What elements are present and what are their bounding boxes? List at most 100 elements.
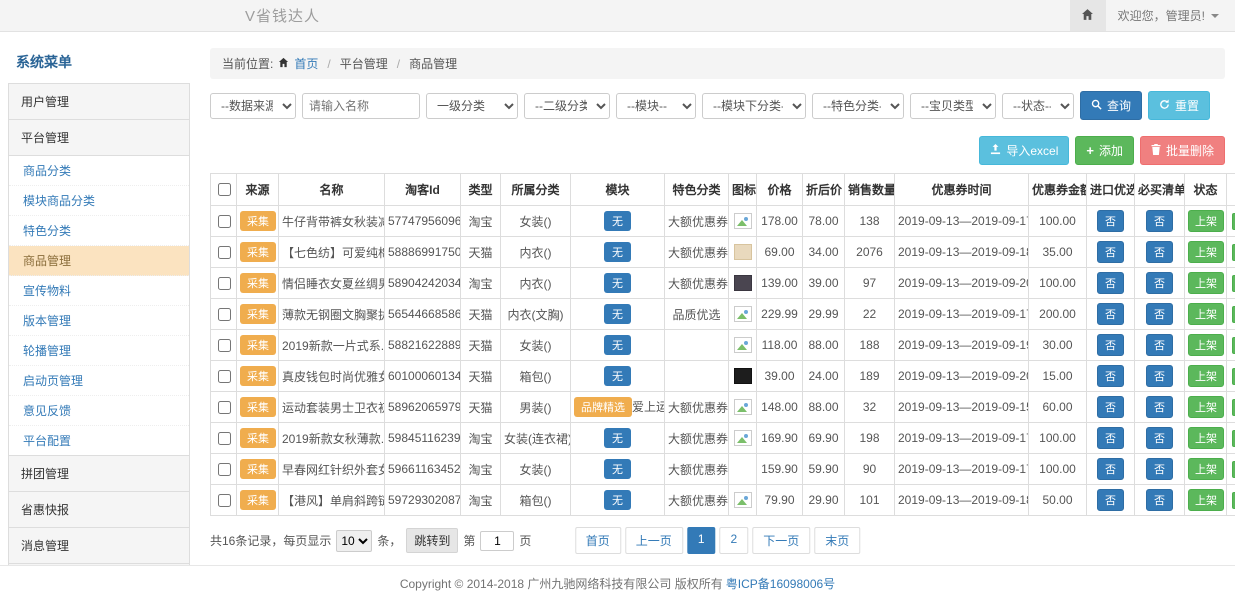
sidebar-group-0[interactable]: 用户管理 bbox=[8, 83, 190, 120]
product-type: 淘宝 bbox=[461, 454, 501, 485]
sidebar-item-1-0[interactable]: 商品分类 bbox=[9, 156, 189, 186]
row-checkbox[interactable] bbox=[218, 246, 231, 259]
import-optimal-button[interactable]: 否 bbox=[1097, 427, 1124, 449]
page-number-input[interactable] bbox=[480, 531, 514, 551]
select-all-checkbox[interactable] bbox=[218, 183, 231, 196]
import-optimal-button[interactable]: 否 bbox=[1097, 334, 1124, 356]
import-optimal-button[interactable]: 否 bbox=[1097, 272, 1124, 294]
row-checkbox[interactable] bbox=[218, 308, 231, 321]
import-optimal-button[interactable]: 否 bbox=[1097, 489, 1124, 511]
sidebar-group-2[interactable]: 拼团管理 bbox=[8, 455, 190, 492]
import-excel-button[interactable]: 导入excel bbox=[979, 136, 1069, 165]
status-button[interactable]: 上架 bbox=[1188, 334, 1224, 356]
import-optimal-button[interactable]: 否 bbox=[1097, 303, 1124, 325]
must-buy-button[interactable]: 否 bbox=[1146, 210, 1173, 232]
user-menu[interactable]: 欢迎您，管理员! bbox=[1106, 7, 1235, 24]
column-header: 名称 bbox=[279, 174, 385, 206]
sidebar-group-5[interactable]: 订单管理 bbox=[8, 563, 190, 565]
row-checkbox[interactable] bbox=[218, 432, 231, 445]
page-button-3[interactable]: 2 bbox=[720, 527, 749, 554]
per-page-select[interactable]: 10 bbox=[336, 530, 372, 552]
import-optimal-button[interactable]: 否 bbox=[1097, 396, 1124, 418]
sales-count: 97 bbox=[845, 268, 895, 299]
sidebar-group-1[interactable]: 平台管理 bbox=[8, 119, 190, 156]
sidebar-item-1-9[interactable]: 平台配置 bbox=[9, 426, 189, 455]
batch-delete-button[interactable]: 批量删除 bbox=[1140, 136, 1225, 165]
must-buy-button[interactable]: 否 bbox=[1146, 489, 1173, 511]
status-button[interactable]: 上架 bbox=[1188, 303, 1224, 325]
status-button[interactable]: 上架 bbox=[1188, 458, 1224, 480]
status-button[interactable]: 上架 bbox=[1188, 365, 1224, 387]
search-icon bbox=[1091, 99, 1102, 113]
page-button-1[interactable]: 上一页 bbox=[625, 527, 683, 554]
row-checkbox[interactable] bbox=[218, 339, 231, 352]
filter-select-7[interactable]: --宝贝类型-- bbox=[910, 93, 996, 119]
import-icon bbox=[990, 144, 1001, 158]
row-checkbox[interactable] bbox=[218, 215, 231, 228]
table-row: 采集真皮钱包时尚优雅女士...601000601341天猫箱包()无39.002… bbox=[211, 361, 1235, 392]
module-badge: 无 bbox=[604, 242, 631, 262]
must-buy-button[interactable]: 否 bbox=[1146, 396, 1173, 418]
sidebar-group-4[interactable]: 消息管理 bbox=[8, 527, 190, 564]
must-buy-button[interactable]: 否 bbox=[1146, 365, 1173, 387]
must-buy-button[interactable]: 否 bbox=[1146, 334, 1173, 356]
filter-select-8[interactable]: --状态-- bbox=[1002, 93, 1074, 119]
import-optimal-button[interactable]: 否 bbox=[1097, 210, 1124, 232]
product-category: 女装() bbox=[501, 206, 571, 237]
must-buy-button[interactable]: 否 bbox=[1146, 272, 1173, 294]
breadcrumb: 当前位置: 首页 / 平台管理 / 商品管理 bbox=[210, 48, 1225, 79]
row-checkbox[interactable] bbox=[218, 277, 231, 290]
import-optimal-button[interactable]: 否 bbox=[1097, 365, 1124, 387]
filter-select-4[interactable]: --模块-- bbox=[616, 93, 696, 119]
reset-button[interactable]: 重置 bbox=[1148, 91, 1210, 120]
add-button[interactable]: + 添加 bbox=[1075, 136, 1134, 165]
sidebar-group-3[interactable]: 省惠快报 bbox=[8, 491, 190, 528]
sidebar-item-1-6[interactable]: 轮播管理 bbox=[9, 336, 189, 366]
sidebar-item-1-8[interactable]: 意见反馈 bbox=[9, 396, 189, 426]
must-buy-button[interactable]: 否 bbox=[1146, 458, 1173, 480]
product-image bbox=[734, 430, 752, 446]
filter-select-6[interactable]: --特色分类-- bbox=[812, 93, 904, 119]
search-button[interactable]: 查询 bbox=[1080, 91, 1142, 120]
row-checkbox[interactable] bbox=[218, 463, 231, 476]
status-button[interactable]: 上架 bbox=[1188, 396, 1224, 418]
product-type: 淘宝 bbox=[461, 485, 501, 516]
filter-select-5[interactable]: --模块下分类-- bbox=[702, 93, 806, 119]
sidebar-item-1-5[interactable]: 版本管理 bbox=[9, 306, 189, 336]
page-button-4[interactable]: 下一页 bbox=[752, 527, 810, 554]
status-button[interactable]: 上架 bbox=[1188, 489, 1224, 511]
discount-price: 59.90 bbox=[803, 454, 845, 485]
sidebar-item-1-7[interactable]: 启动页管理 bbox=[9, 366, 189, 396]
row-checkbox[interactable] bbox=[218, 370, 231, 383]
page-button-5[interactable]: 末页 bbox=[814, 527, 860, 554]
must-buy-button[interactable]: 否 bbox=[1146, 303, 1173, 325]
home-button[interactable] bbox=[1070, 0, 1106, 31]
filter-select-0[interactable]: --数据来源-- bbox=[210, 93, 296, 119]
sidebar-item-1-1[interactable]: 模块商品分类 bbox=[9, 186, 189, 216]
filter-select-3[interactable]: --二级分类-- bbox=[524, 93, 610, 119]
filter-select-2[interactable]: 一级分类 bbox=[426, 93, 518, 119]
breadcrumb-home-link[interactable]: 首页 bbox=[294, 55, 318, 72]
coupon-time: 2019-09-13—2019-09-18 bbox=[895, 237, 1029, 268]
chevron-down-icon bbox=[1211, 14, 1219, 18]
must-buy-button[interactable]: 否 bbox=[1146, 427, 1173, 449]
status-button[interactable]: 上架 bbox=[1188, 241, 1224, 263]
name-search-input[interactable] bbox=[302, 93, 420, 119]
jump-button[interactable]: 跳转到 bbox=[406, 528, 458, 553]
row-checkbox[interactable] bbox=[218, 494, 231, 507]
status-button[interactable]: 上架 bbox=[1188, 210, 1224, 232]
import-optimal-button[interactable]: 否 bbox=[1097, 241, 1124, 263]
coupon-time: 2019-09-13—2019-09-20 bbox=[895, 268, 1029, 299]
source-badge: 采集 bbox=[240, 397, 276, 417]
must-buy-button[interactable]: 否 bbox=[1146, 241, 1173, 263]
import-optimal-button[interactable]: 否 bbox=[1097, 458, 1124, 480]
sidebar-item-1-4[interactable]: 宣传物料 bbox=[9, 276, 189, 306]
status-button[interactable]: 上架 bbox=[1188, 427, 1224, 449]
sidebar-item-1-2[interactable]: 特色分类 bbox=[9, 216, 189, 246]
icp-link[interactable]: 粤ICP备16098006号 bbox=[726, 575, 835, 592]
page-button-0[interactable]: 首页 bbox=[575, 527, 621, 554]
sidebar-item-1-3[interactable]: 商品管理 bbox=[9, 246, 189, 276]
status-button[interactable]: 上架 bbox=[1188, 272, 1224, 294]
row-checkbox[interactable] bbox=[218, 401, 231, 414]
page-button-2[interactable]: 1 bbox=[687, 527, 716, 554]
